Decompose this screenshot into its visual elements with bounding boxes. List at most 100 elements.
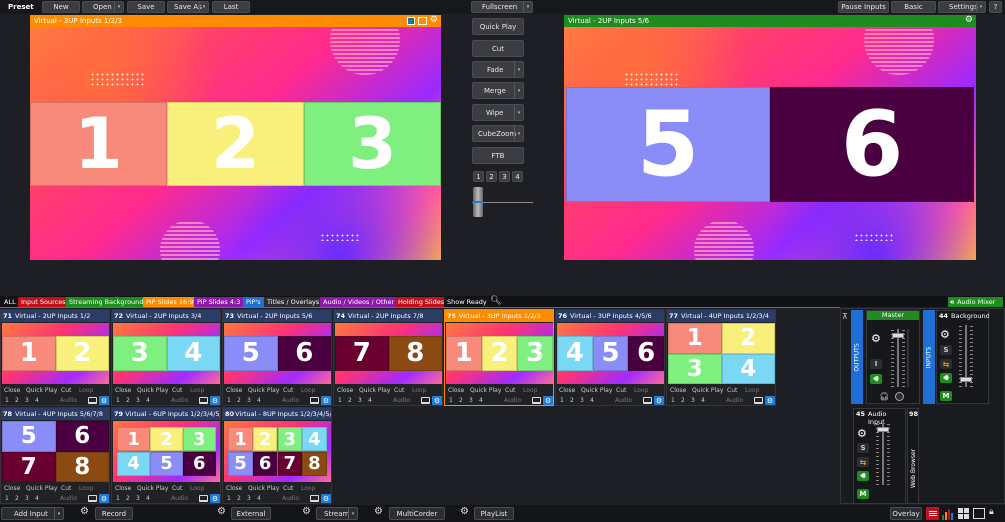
list-view-icon[interactable] bbox=[926, 507, 939, 520]
chevron-down-icon[interactable]: ▾ bbox=[514, 83, 523, 98]
input-thumbnail[interactable]: 1234 5678 bbox=[224, 421, 331, 482]
overlay-1-button[interactable]: 1 bbox=[449, 397, 453, 404]
record-button[interactable]: Record bbox=[95, 507, 133, 520]
input-thumbnail[interactable]: 12 bbox=[2, 323, 109, 384]
close-button[interactable]: Close bbox=[4, 485, 20, 492]
loop-button[interactable]: Loop bbox=[190, 387, 204, 394]
overlay-2-button[interactable]: 2 bbox=[126, 495, 130, 502]
overlay-1-button[interactable]: 1 bbox=[5, 397, 9, 404]
overlay-2-button[interactable]: 2 bbox=[348, 397, 352, 404]
audio-button[interactable]: Audio bbox=[393, 397, 410, 404]
grid-view-icon[interactable] bbox=[958, 508, 969, 519]
overlay-4-button[interactable]: 4 bbox=[257, 397, 261, 404]
input-thumbnail[interactable]: 123 bbox=[446, 323, 553, 384]
input-card[interactable]: 71 Virtual - 2UP Inputs 1/2 1 2 Close Quic… bbox=[0, 309, 110, 406]
input-thumbnail[interactable]: 34 bbox=[113, 323, 220, 384]
overlay-3-button[interactable]: 3 bbox=[247, 495, 251, 502]
cut-button[interactable]: Cut bbox=[172, 387, 182, 394]
input-card[interactable]: 77 Virtual - 4UP Inputs 1/2/3/4 1 2 3 4 Clos… bbox=[666, 309, 776, 406]
overlay-3-button[interactable]: 3 bbox=[580, 397, 584, 404]
cut-button[interactable]: Cut bbox=[616, 387, 626, 394]
cut-button[interactable]: Cut bbox=[472, 40, 524, 57]
outputs-tab[interactable]: OUTPUTS bbox=[851, 310, 863, 404]
bar-meter-icon[interactable] bbox=[942, 508, 954, 520]
overlay-3-button[interactable]: 3 bbox=[247, 397, 251, 404]
stream-button[interactable]: Stream ▾ bbox=[316, 507, 358, 520]
inputs-tab[interactable]: INPUTS bbox=[923, 310, 935, 404]
gear-icon[interactable]: ⚙ bbox=[302, 506, 311, 517]
cut-button[interactable]: Cut bbox=[172, 485, 182, 492]
knob-icon[interactable] bbox=[895, 392, 904, 401]
quick-play-button[interactable]: Quick Play bbox=[26, 485, 57, 492]
overlay-1-button[interactable]: 1 bbox=[227, 495, 231, 502]
overlay-3-button[interactable]: 3 bbox=[691, 397, 695, 404]
open-button[interactable]: Open ▾ bbox=[82, 1, 124, 13]
close-button[interactable]: Close bbox=[670, 387, 686, 394]
loop-button[interactable]: Loop bbox=[523, 387, 537, 394]
overlay-1-button[interactable]: 1 bbox=[116, 397, 120, 404]
quick-play-button[interactable]: Quick Play bbox=[359, 387, 390, 394]
tab-pip-slides-43[interactable]: PiP Slides 4:3 bbox=[194, 297, 244, 307]
gear-icon[interactable]: ⚙ bbox=[460, 506, 469, 517]
ftb-button[interactable]: FTB bbox=[472, 147, 524, 164]
pin-icon[interactable]: ⊼ bbox=[842, 312, 848, 321]
cut-button[interactable]: Cut bbox=[394, 387, 404, 394]
close-button[interactable]: Close bbox=[559, 387, 575, 394]
loop-button[interactable]: Loop bbox=[190, 485, 204, 492]
overlay-4-button[interactable]: 4 bbox=[368, 397, 372, 404]
preview-window[interactable]: Virtual - 3UP Inputs 1/2/3 ⚙ 1 2 3 bbox=[30, 15, 441, 260]
headphones-icon[interactable]: 🎧︎ bbox=[879, 392, 889, 401]
chevron-down-icon[interactable]: ▾ bbox=[514, 105, 523, 120]
solo-button[interactable]: S bbox=[857, 443, 869, 453]
quick-play-button[interactable]: Quick Play bbox=[472, 18, 524, 35]
audio-button[interactable]: Audio bbox=[615, 397, 632, 404]
speaker-icon[interactable]: 🔊︎ bbox=[940, 373, 952, 383]
help-button[interactable]: ? bbox=[989, 1, 1002, 13]
input-card[interactable]: 75 Virtual - 3UP Inputs 1/2/3 1 2 3 Close Q… bbox=[444, 309, 554, 406]
input-card[interactable]: 74 Virtual - 2UP Inputs 7/8 7 8 Close Quic… bbox=[333, 309, 443, 406]
quick-play-button[interactable]: Quick Play bbox=[137, 485, 168, 492]
overlay-2-button[interactable]: 2 bbox=[15, 495, 19, 502]
gear-icon[interactable]: ⚙ bbox=[432, 396, 442, 405]
input-thumbnail[interactable]: 56 bbox=[224, 323, 331, 384]
lock-icon[interactable]: 🔒︎ bbox=[989, 507, 994, 517]
gear-icon[interactable]: ⚙ bbox=[654, 396, 664, 405]
audio-button[interactable]: Audio bbox=[282, 495, 299, 502]
loop-button[interactable]: Loop bbox=[412, 387, 426, 394]
fullscreen-button[interactable]: Fullscreen ▾ bbox=[471, 1, 533, 13]
close-button[interactable]: Close bbox=[448, 387, 464, 394]
audio-button[interactable]: Audio bbox=[60, 495, 77, 502]
overlay-1-button[interactable]: 1 bbox=[560, 397, 564, 404]
merge-button[interactable]: Merge ▾ bbox=[472, 82, 524, 99]
settings-button[interactable]: Settings ▾ bbox=[938, 1, 986, 13]
cubezoom-button[interactable]: CubeZoom ▾ bbox=[472, 125, 524, 142]
input-card[interactable]: 79 Virtual - 6UP Inputs 1/2/3/4/5/6 1 2 3 4 5… bbox=[111, 407, 221, 504]
mute-button[interactable]: M bbox=[940, 391, 952, 401]
bus-icon[interactable]: ⇆ bbox=[857, 457, 869, 467]
overlay-2-button[interactable]: 2 bbox=[681, 397, 685, 404]
mute-button[interactable]: M bbox=[857, 489, 869, 499]
master-fader[interactable] bbox=[892, 333, 904, 338]
overlay-4-button[interactable]: 4 bbox=[479, 397, 483, 404]
transition-1-button[interactable]: 1 bbox=[473, 171, 484, 182]
overlay-2-button[interactable]: 2 bbox=[126, 397, 130, 404]
audio-button[interactable]: Audio bbox=[171, 495, 188, 502]
tab-pips[interactable]: PiP's bbox=[243, 297, 264, 307]
input-thumbnail[interactable]: 1234 bbox=[668, 323, 775, 384]
overlay-3-button[interactable]: 3 bbox=[136, 495, 140, 502]
monitor-icon[interactable] bbox=[532, 397, 541, 404]
tab-all[interactable]: ALL bbox=[1, 297, 19, 307]
input-card[interactable]: 72 Virtual - 2UP Inputs 3/4 3 4 Close Quic… bbox=[111, 309, 221, 406]
cut-button[interactable]: Cut bbox=[727, 387, 737, 394]
monitor-icon[interactable] bbox=[418, 17, 427, 25]
cut-button[interactable]: Cut bbox=[61, 485, 71, 492]
monitor-icon[interactable] bbox=[199, 397, 208, 404]
overlay-1-button[interactable]: 1 bbox=[116, 495, 120, 502]
transition-3-button[interactable]: 3 bbox=[499, 171, 510, 182]
t-bar-handle[interactable] bbox=[473, 187, 483, 217]
background-music-fader[interactable] bbox=[960, 377, 972, 382]
overlay-2-button[interactable]: 2 bbox=[459, 397, 463, 404]
add-input-button[interactable]: Add Input ▾ bbox=[1, 507, 64, 520]
bus-icon[interactable]: ⇆ bbox=[940, 359, 952, 369]
close-button[interactable]: Close bbox=[4, 387, 20, 394]
